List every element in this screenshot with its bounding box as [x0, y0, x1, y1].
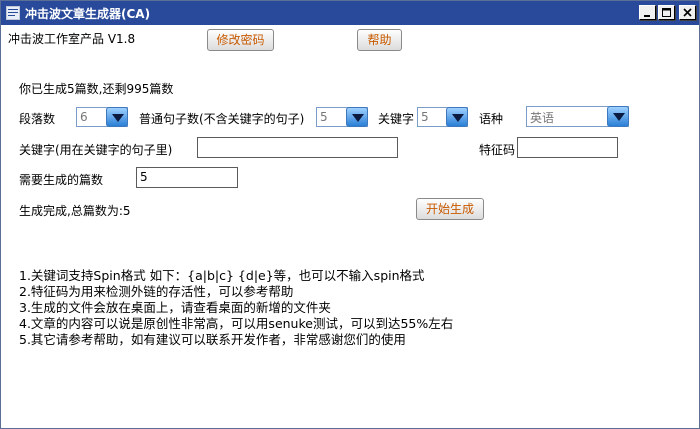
normal-sentences-value: 5 — [320, 110, 328, 124]
keywords-count-value: 5 — [421, 110, 429, 124]
language-label: 语种 — [479, 112, 504, 126]
keyword-sentence-input[interactable] — [197, 137, 398, 158]
note-line: 2.特征码为用来检测外链的存活性，可以参考帮助 — [19, 284, 294, 299]
language-select[interactable]: 英语 — [526, 106, 629, 127]
articles-value: 5 — [140, 170, 148, 184]
chevron-down-icon — [452, 114, 464, 122]
help-button[interactable]: 帮助 — [357, 29, 402, 51]
note-line: 4.文章的内容可以说是原创性非常高，可以用senuke测试，可以到达55%左右 — [19, 316, 454, 331]
note-line: 1.关键词支持Spin格式 如下：{a|b|c} {d|e}等，也可以不输入sp… — [19, 268, 425, 283]
chevron-down-icon — [112, 114, 124, 122]
keywords-count-dropdown-button[interactable] — [446, 107, 468, 127]
note-line: 3.生成的文件会放在桌面上，请查看桌面的新增的文件夹 — [19, 300, 331, 315]
language-value: 英语 — [530, 111, 555, 125]
minimize-button[interactable] — [639, 5, 656, 20]
note-line: 5.其它请参考帮助，如有建议可以联系开发作者，非常感谢您们的使用 — [19, 332, 406, 347]
language-dropdown-button[interactable] — [607, 106, 629, 127]
help-notes: 1.关键词支持Spin格式 如下：{a|b|c} {d|e}等，也可以不输入sp… — [19, 268, 453, 348]
generation-summary: 你已生成5篇数,还剩995篇数 — [19, 82, 174, 96]
feature-code-input[interactable] — [517, 137, 618, 158]
keyword-sentence-label: 关键字(用在关键字的句子里) — [19, 143, 173, 157]
change-password-button[interactable]: 修改密码 — [207, 29, 274, 51]
maximize-icon — [662, 8, 671, 17]
paragraphs-dropdown-button[interactable] — [106, 107, 128, 127]
app-icon — [6, 6, 20, 20]
keywords-count-label: 关键字 — [378, 112, 415, 126]
chevron-down-icon — [352, 114, 364, 122]
feature-code-label: 特征码 — [479, 143, 516, 157]
normal-sentences-label: 普通句子数(不含关键字的句子) — [139, 112, 305, 126]
paragraphs-select[interactable]: 6 — [76, 107, 128, 127]
close-icon — [683, 8, 692, 17]
keywords-count-select[interactable]: 5 — [417, 107, 468, 127]
paragraphs-value: 6 — [80, 110, 88, 124]
paragraphs-label: 段落数 — [19, 112, 56, 126]
articles-label: 需要生成的篇数 — [19, 173, 104, 187]
window-title: 冲击波文章生成器(CA) — [25, 7, 151, 21]
title-bar[interactable]: 冲击波文章生成器(CA) — [1, 1, 699, 25]
app-window: 冲击波文章生成器(CA) 冲击波工作室产品 V1.8 修改密码 帮助 你已生成5… — [0, 0, 700, 429]
generation-status: 生成完成,总篇数为:5 — [19, 204, 131, 218]
articles-input[interactable]: 5 — [136, 167, 238, 188]
close-button[interactable] — [679, 5, 696, 20]
chevron-down-icon — [613, 113, 625, 121]
product-version: 冲击波工作室产品 V1.8 — [8, 32, 136, 46]
maximize-button[interactable] — [658, 5, 675, 20]
generate-button[interactable]: 开始生成 — [416, 198, 484, 220]
normal-sentences-dropdown-button[interactable] — [346, 107, 368, 127]
normal-sentences-select[interactable]: 5 — [316, 107, 368, 127]
minimize-icon — [644, 15, 650, 17]
